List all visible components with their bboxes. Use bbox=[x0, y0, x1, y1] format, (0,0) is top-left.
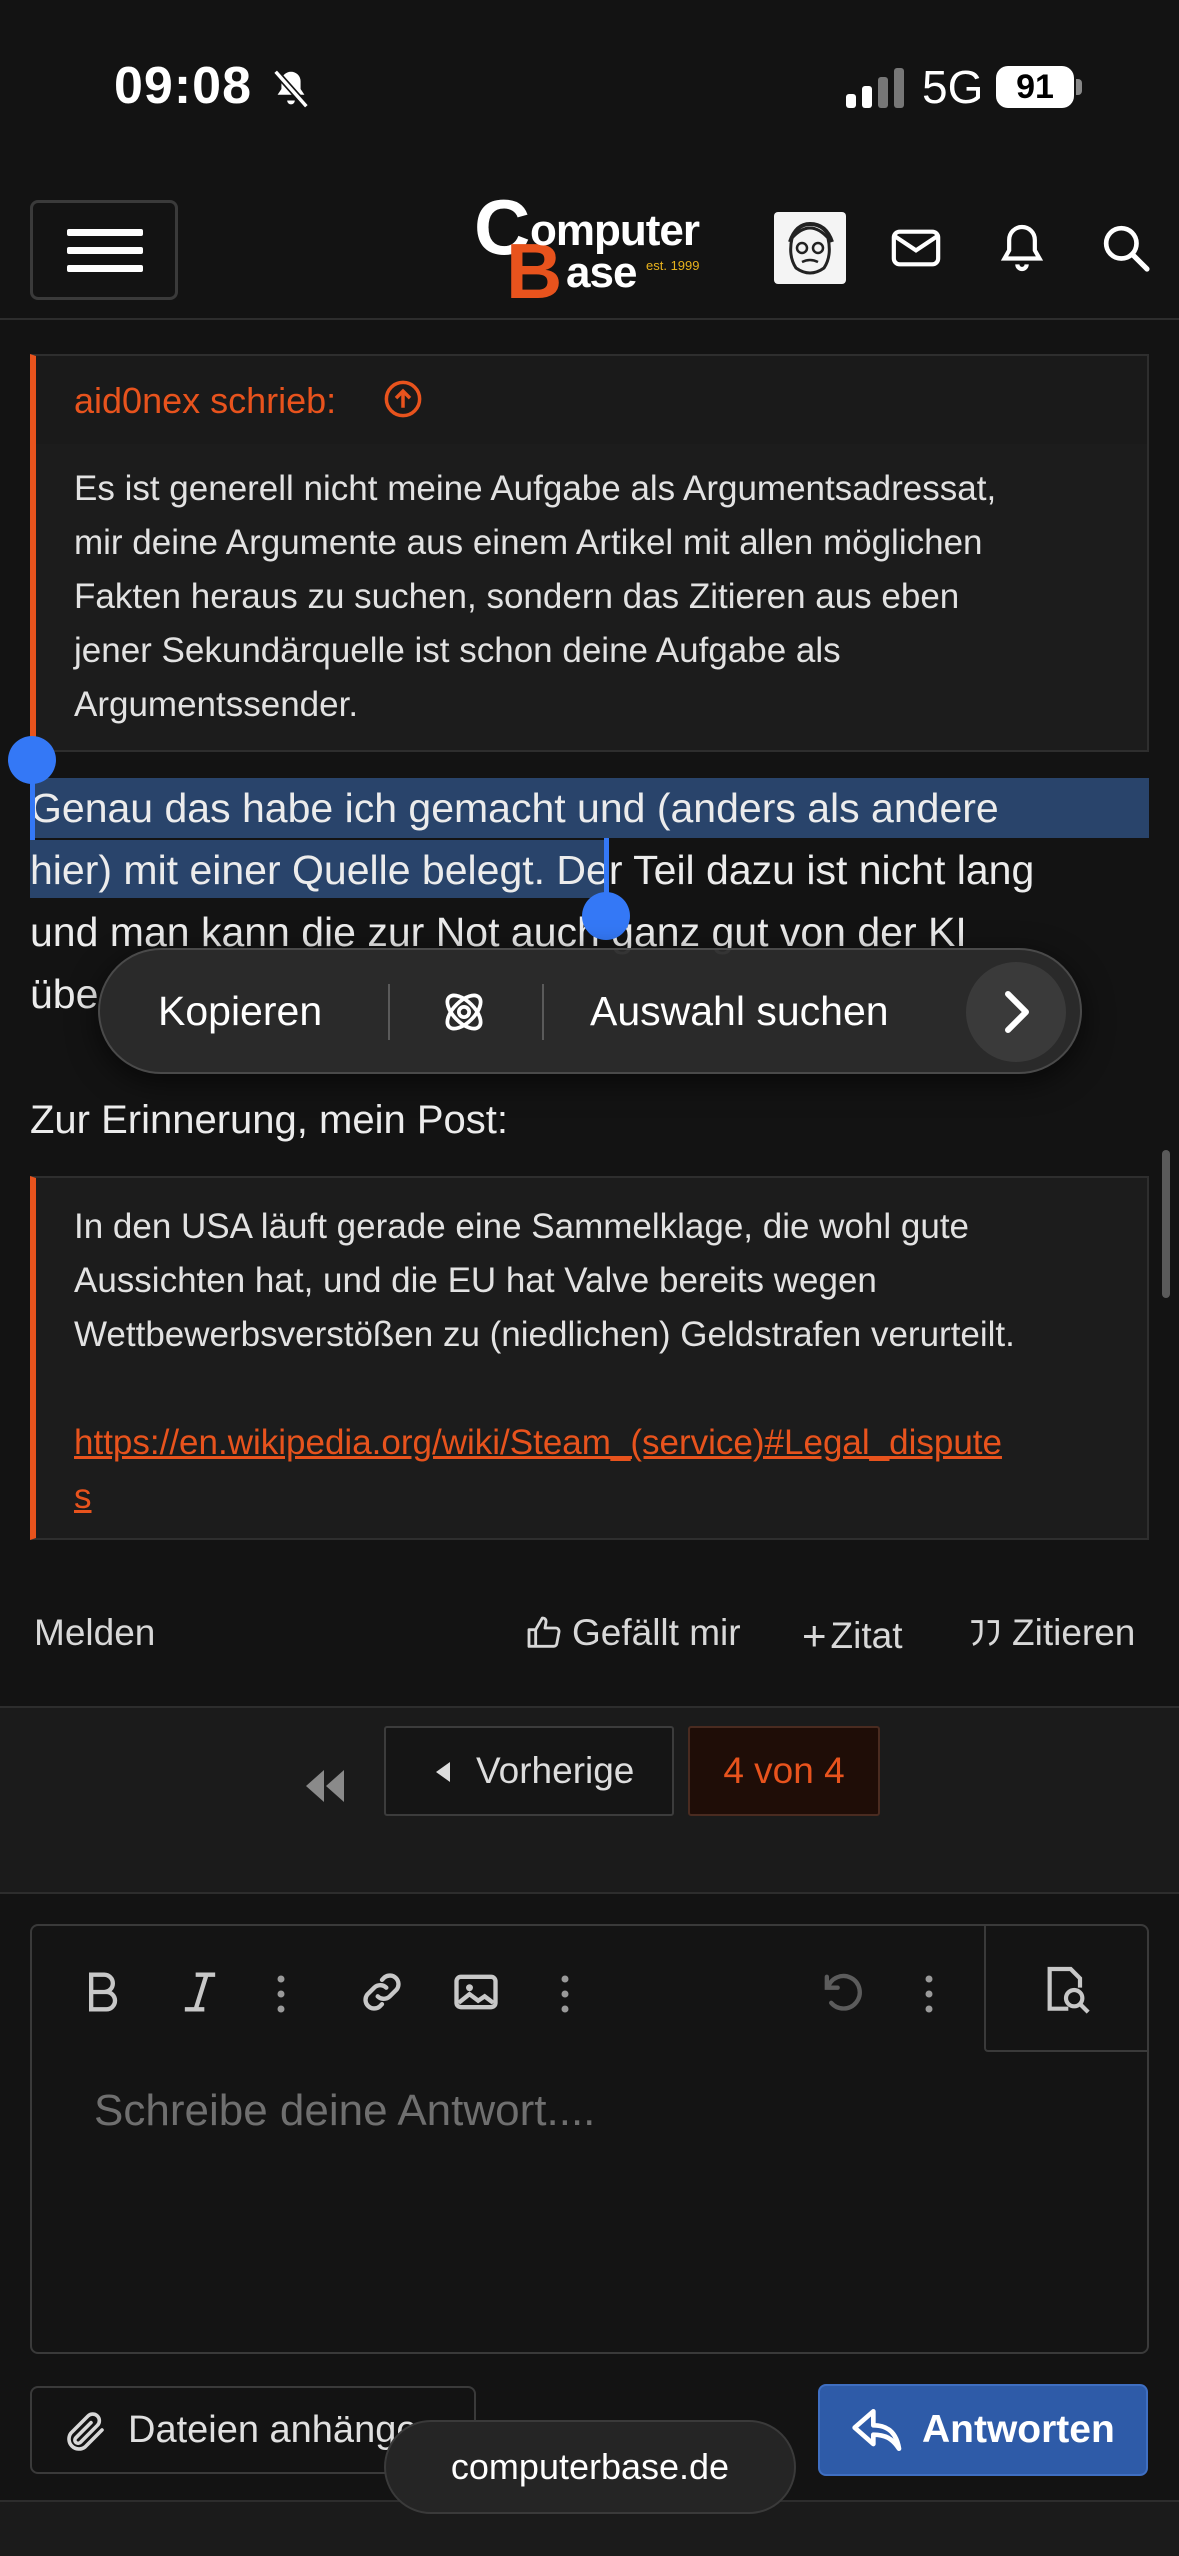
thumbs-up-icon bbox=[527, 1616, 561, 1648]
quote-line: mir deine Argumente aus einem Artikel mi… bbox=[74, 523, 983, 562]
battery-icon bbox=[1076, 79, 1082, 95]
post-text-line[interactable]: übe bbox=[30, 966, 98, 1022]
reply-input-placeholder[interactable]: Schreibe deine Antwort.... bbox=[94, 2086, 595, 2136]
italic-icon[interactable] bbox=[174, 1966, 226, 2018]
paperclip-icon bbox=[67, 2412, 104, 2451]
like-label: Gefällt mir bbox=[572, 1612, 741, 1653]
battery-level: 91 bbox=[996, 66, 1074, 108]
quote-line: In den USA läuft gerade eine Sammelklage… bbox=[74, 1207, 970, 1246]
wikipedia-link-continued[interactable]: s bbox=[74, 1470, 1124, 1524]
quote-line: Wettbewerbsverstößen zu (niedlichen) Gel… bbox=[74, 1315, 1015, 1354]
computerbase-logo[interactable]: C B omputer ase est. 1999 bbox=[470, 183, 710, 315]
cellular-signal-icon bbox=[846, 64, 904, 108]
scrollbar[interactable] bbox=[1162, 1150, 1170, 1298]
quote-header: aid0nex schrieb: bbox=[36, 356, 1147, 444]
undo-icon[interactable] bbox=[816, 1966, 868, 2018]
post-text-line[interactable]: Genau das habe ich gemacht und (anders a… bbox=[30, 780, 999, 836]
logo-word-base: ase bbox=[566, 248, 637, 297]
current-page[interactable]: 4 von 4 bbox=[688, 1726, 880, 1816]
quote-icon bbox=[971, 1620, 999, 1646]
status-time: 09:08 bbox=[114, 57, 252, 115]
more-options-icon[interactable] bbox=[924, 1974, 934, 2014]
quote-line: Fakten heraus zu suchen, sondern das Zit… bbox=[74, 577, 960, 616]
caret-left-icon bbox=[436, 1762, 450, 1782]
more-options-button[interactable] bbox=[966, 962, 1066, 1062]
menu-separator bbox=[542, 984, 544, 1040]
apple-intelligence-icon[interactable] bbox=[436, 984, 492, 1040]
quote-label: Zitieren bbox=[1012, 1612, 1136, 1653]
first-page-icon[interactable] bbox=[302, 1766, 348, 1806]
quote-line: Es ist generell nicht meine Aufgabe als … bbox=[74, 469, 997, 508]
preview-icon bbox=[1047, 1966, 1090, 2014]
site-header: C B omputer ase est. 1999 bbox=[0, 176, 1179, 320]
link-icon[interactable] bbox=[356, 1966, 408, 2018]
post-text-line: Zur Erinnerung, mein Post: bbox=[30, 1098, 508, 1142]
quote-plus-label: Zitat bbox=[830, 1615, 903, 1656]
logo-tagline: est. 1999 bbox=[646, 258, 700, 273]
preview-toggle[interactable] bbox=[984, 1926, 1149, 2052]
quote-button[interactable]: Zitieren bbox=[966, 1612, 1135, 1654]
messages-icon[interactable] bbox=[888, 220, 944, 276]
pagination: Vorherige 4 von 4 bbox=[0, 1706, 1179, 1894]
quote-line: Argumentssender. bbox=[74, 685, 359, 724]
bold-icon[interactable] bbox=[76, 1966, 128, 2018]
text-selection-menu: Kopieren Auswahl suchen bbox=[98, 948, 1082, 1074]
address-bar[interactable]: computerbase.de bbox=[384, 2420, 796, 2514]
menu-separator bbox=[388, 984, 390, 1040]
chevron-right-icon bbox=[1005, 991, 1029, 1033]
post-text: Der Teil dazu ist nicht lang bbox=[545, 847, 1035, 893]
bell-muted-icon bbox=[273, 69, 309, 109]
quote-block: aid0nex schrieb: Es ist generell nicht m… bbox=[30, 354, 1149, 752]
reply-button[interactable]: Antworten bbox=[818, 2384, 1148, 2476]
quote-author[interactable]: aid0nex schrieb: bbox=[74, 380, 336, 422]
arrow-up-circle-icon[interactable] bbox=[382, 378, 424, 420]
previous-page-button[interactable]: Vorherige bbox=[384, 1726, 674, 1816]
more-insert-icon[interactable] bbox=[560, 1974, 570, 2014]
post-text-line[interactable]: hier) mit einer Quelle belegt. Der Teil … bbox=[30, 842, 1034, 898]
user-avatar[interactable] bbox=[774, 212, 846, 284]
selected-text: hier) mit einer Quelle belegt. bbox=[30, 847, 546, 893]
quote-plus-button[interactable]: + Zitat bbox=[802, 1612, 903, 1660]
notifications-icon[interactable] bbox=[994, 220, 1050, 276]
copy-button[interactable]: Kopieren bbox=[158, 950, 322, 1072]
previous-label: Vorherige bbox=[476, 1750, 635, 1791]
more-formatting-icon[interactable] bbox=[276, 1974, 286, 2014]
network-type: 5G bbox=[922, 61, 984, 113]
search-icon[interactable] bbox=[1098, 220, 1154, 276]
quote-line: jener Sekundärquelle ist schon deine Auf… bbox=[74, 631, 841, 670]
plus-icon: + bbox=[802, 1612, 827, 1659]
report-link[interactable]: Melden bbox=[34, 1612, 155, 1654]
quote-line: Aussichten hat, und die EU hat Valve ber… bbox=[74, 1261, 877, 1300]
selection-end-handle[interactable] bbox=[582, 892, 630, 940]
image-icon[interactable] bbox=[450, 1966, 502, 2018]
wikipedia-link[interactable]: https://en.wikipedia.org/wiki/Steam_(ser… bbox=[74, 1416, 1144, 1470]
quote-block: In den USA läuft gerade eine Sammelklage… bbox=[30, 1176, 1149, 1540]
reply-editor: Schreibe deine Antwort.... bbox=[30, 1924, 1149, 2354]
selection-start-caret bbox=[30, 760, 35, 840]
like-button[interactable]: Gefällt mir bbox=[524, 1612, 741, 1654]
reply-label: Antworten bbox=[922, 2408, 1115, 2451]
menu-button[interactable] bbox=[30, 200, 178, 300]
search-selection-button[interactable]: Auswahl suchen bbox=[590, 950, 889, 1072]
reply-arrow-icon bbox=[852, 2409, 902, 2452]
